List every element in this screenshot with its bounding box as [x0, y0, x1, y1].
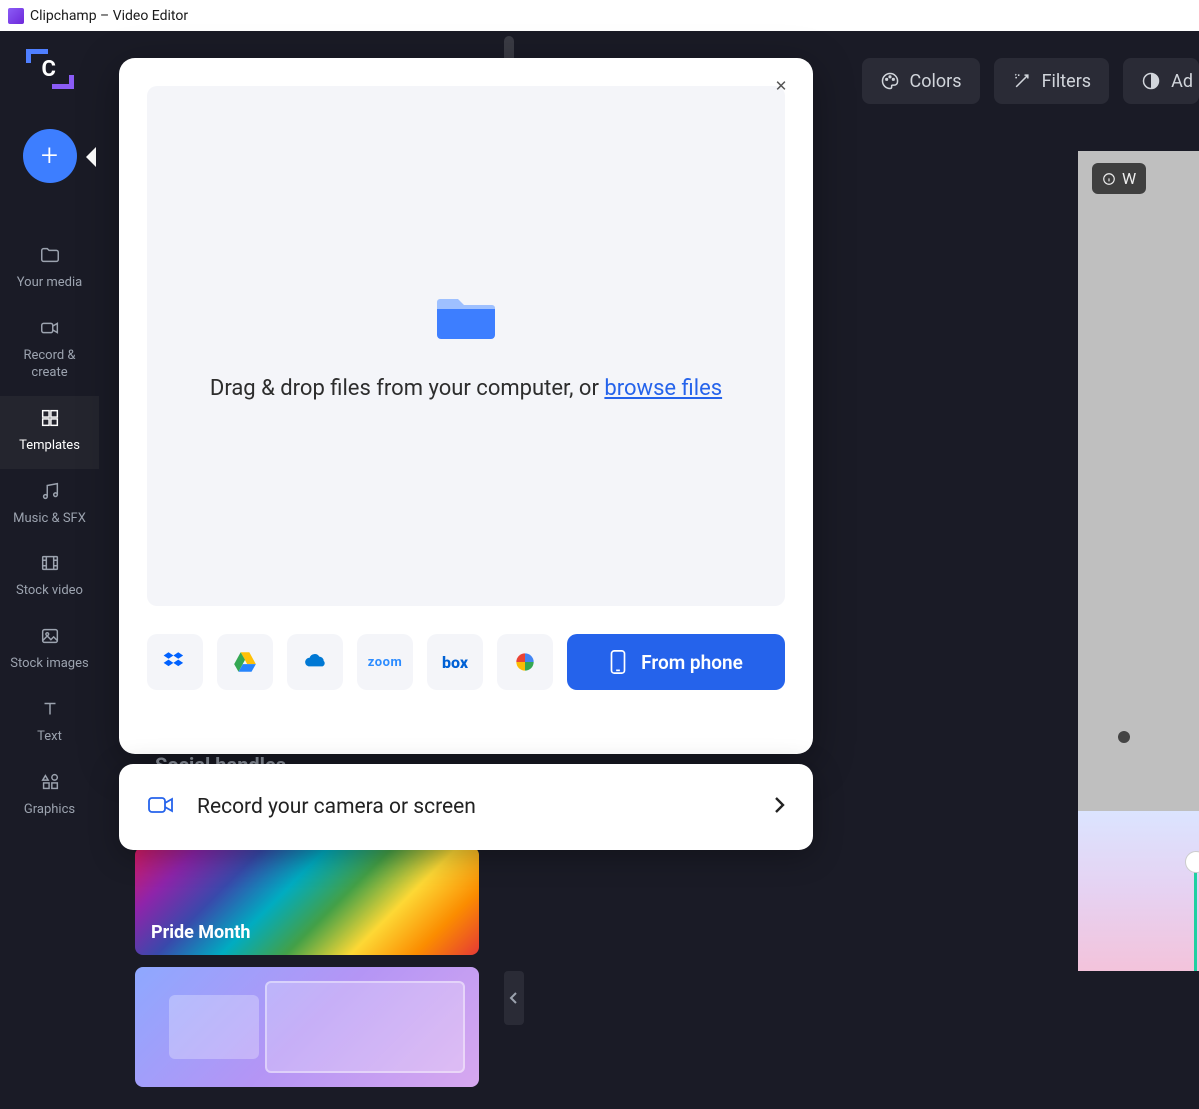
- sidebar-item-record-create[interactable]: Record & create: [0, 306, 99, 396]
- sidebar-item-your-media[interactable]: Your media: [0, 233, 99, 306]
- sidebar-item-templates[interactable]: Templates: [0, 396, 99, 469]
- film-icon: [38, 551, 62, 575]
- add-media-button[interactable]: +: [23, 129, 77, 183]
- clipchamp-logo[interactable]: C: [26, 49, 74, 89]
- shapes-icon: [38, 770, 62, 794]
- window-titlebar: Clipchamp – Video Editor: [0, 0, 1199, 31]
- colors-button[interactable]: Colors: [862, 58, 980, 104]
- sidebar-item-label: Text: [37, 729, 62, 746]
- record-camera-screen-button[interactable]: Record your camera or screen: [119, 764, 813, 850]
- import-source-zoom[interactable]: zoom: [357, 634, 413, 690]
- sidebar-item-text[interactable]: Text: [0, 687, 99, 760]
- template-card-label: Pride Month: [151, 922, 250, 943]
- toolbar-label: Filters: [1042, 71, 1092, 92]
- browse-files-link[interactable]: browse files: [604, 376, 722, 401]
- sidebar-item-label: Templates: [19, 438, 80, 455]
- preview-gradient: [1078, 811, 1199, 971]
- close-button[interactable]: ✕: [771, 76, 791, 96]
- preview-dot: [1118, 731, 1130, 743]
- collapse-panel-button[interactable]: [504, 971, 524, 1025]
- import-media-modal: ✕ Drag & drop files from your computer, …: [119, 58, 813, 754]
- sidebar-item-graphics[interactable]: Graphics: [0, 760, 99, 833]
- window-title: Clipchamp – Video Editor: [30, 8, 188, 24]
- clipchamp-app-icon: [8, 8, 24, 24]
- sidebar-item-label: Your media: [17, 275, 82, 292]
- text-icon: [38, 697, 62, 721]
- template-card[interactable]: [135, 967, 479, 1087]
- preview-marker-line: [1194, 861, 1197, 971]
- sidebar-item-label: Stock video: [16, 583, 83, 600]
- badge-text: W: [1122, 169, 1136, 188]
- box-logo-text: box: [442, 653, 468, 672]
- sidebar-item-label: Record & create: [4, 348, 95, 382]
- from-phone-label: From phone: [641, 651, 743, 674]
- folder-open-icon: [433, 288, 499, 348]
- chevron-right-icon: [773, 795, 785, 820]
- file-dropzone[interactable]: Drag & drop files from your computer, or…: [147, 86, 785, 606]
- sidebar-item-label: Stock images: [10, 656, 88, 673]
- google-drive-icon: [232, 649, 258, 675]
- adjust-button[interactable]: Ad: [1123, 58, 1199, 104]
- video-camera-icon: [38, 316, 62, 340]
- video-camera-icon: [147, 793, 175, 821]
- sidebar-item-label: Music & SFX: [13, 511, 86, 528]
- music-icon: [38, 479, 62, 503]
- dropbox-icon: [162, 649, 188, 675]
- video-preview: W: [1078, 151, 1199, 971]
- folder-icon: [38, 243, 62, 267]
- google-photos-icon: [512, 649, 538, 675]
- left-sidebar: C + Your media Record & create Templates: [0, 31, 99, 1109]
- template-card-pride-month[interactable]: Pride Month: [135, 847, 479, 955]
- info-icon: [1102, 172, 1116, 186]
- magic-wand-icon: [1012, 71, 1032, 91]
- onedrive-icon: [302, 649, 328, 675]
- import-source-box[interactable]: box: [427, 634, 483, 690]
- dropzone-text: Drag & drop files from your computer, or…: [210, 372, 722, 405]
- templates-icon: [38, 406, 62, 430]
- filters-button[interactable]: Filters: [994, 58, 1110, 104]
- chevron-left-icon: [509, 991, 519, 1005]
- image-icon: [38, 624, 62, 648]
- record-bar-label: Record your camera or screen: [197, 795, 751, 819]
- close-icon: ✕: [775, 77, 788, 95]
- import-source-google-drive[interactable]: [217, 634, 273, 690]
- sidebar-item-music-sfx[interactable]: Music & SFX: [0, 469, 99, 542]
- toolbar-label: Colors: [910, 71, 962, 92]
- toolbar-label: Ad: [1171, 71, 1193, 92]
- plus-icon: +: [41, 141, 58, 171]
- sidebar-item-stock-video[interactable]: Stock video: [0, 541, 99, 614]
- adjust-icon: [1141, 71, 1161, 91]
- palette-icon: [880, 71, 900, 91]
- import-from-phone-button[interactable]: From phone: [567, 634, 785, 690]
- phone-icon: [609, 649, 627, 675]
- import-sources-row: zoom box From phone: [147, 634, 785, 690]
- import-source-onedrive[interactable]: [287, 634, 343, 690]
- zoom-logo-text: zoom: [368, 655, 402, 670]
- import-source-dropbox[interactable]: [147, 634, 203, 690]
- import-source-google-photos[interactable]: [497, 634, 553, 690]
- watermark-badge[interactable]: W: [1092, 163, 1146, 194]
- sidebar-item-stock-images[interactable]: Stock images: [0, 614, 99, 687]
- sidebar-item-label: Graphics: [24, 802, 75, 819]
- clip-toolbar: Colors Filters Ad: [862, 58, 1199, 104]
